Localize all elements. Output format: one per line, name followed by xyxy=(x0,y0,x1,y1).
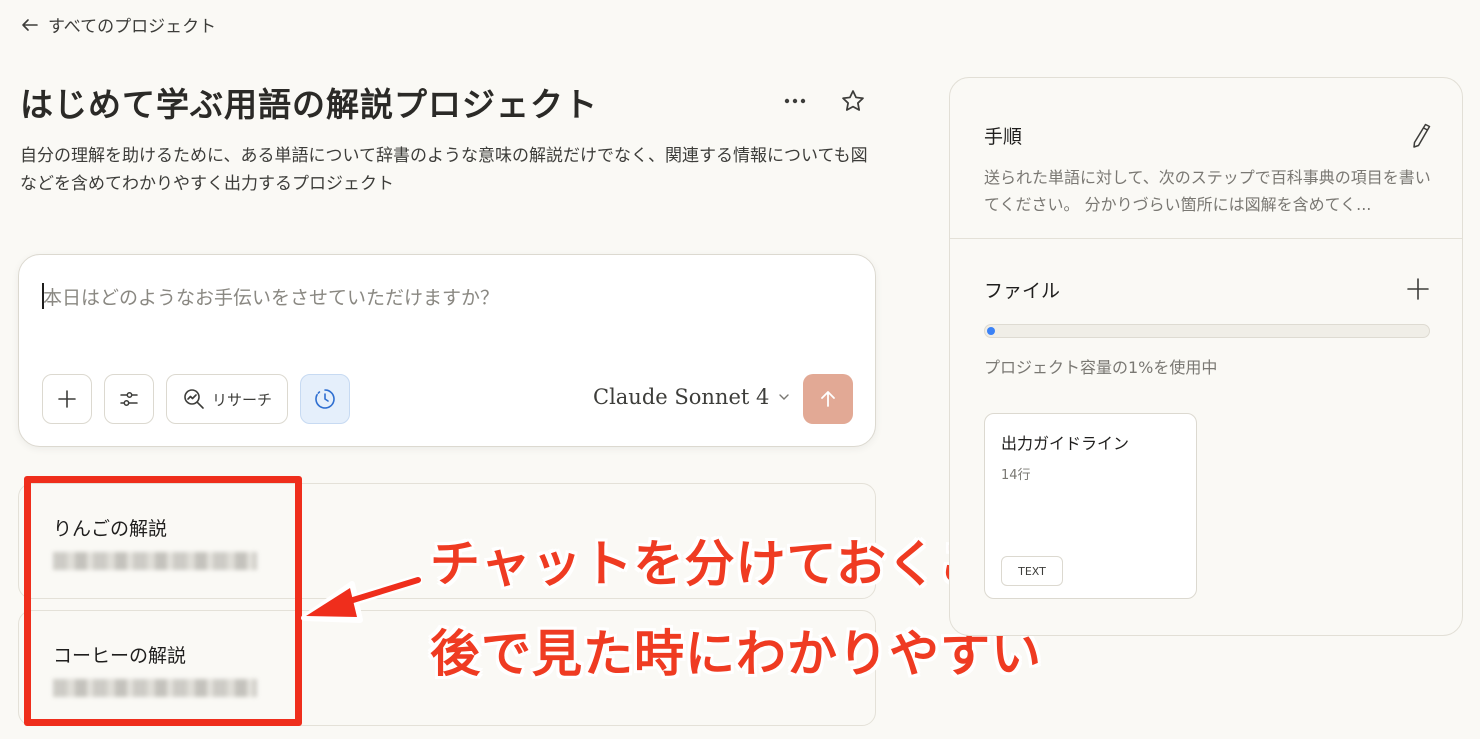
star-icon xyxy=(842,90,864,111)
model-name: Claude Sonnet 4 xyxy=(593,385,770,409)
send-button[interactable] xyxy=(803,374,853,424)
favorite-button[interactable] xyxy=(836,84,870,118)
file-type-badge: TEXT xyxy=(1001,556,1063,586)
section-divider xyxy=(950,238,1462,239)
more-options-button[interactable] xyxy=(778,84,812,118)
capacity-progress-fill xyxy=(987,327,995,335)
research-label: リサーチ xyxy=(211,390,272,409)
plus-icon xyxy=(1407,278,1429,300)
files-heading: ファイル xyxy=(984,280,1061,302)
capacity-progress-bar xyxy=(984,324,1430,338)
research-search-icon xyxy=(184,389,204,409)
more-horizontal-icon xyxy=(784,98,806,104)
back-link-label: すべてのプロジェクト xyxy=(48,17,217,37)
tools-settings-button[interactable] xyxy=(104,374,154,424)
add-attachment-button[interactable] xyxy=(42,374,92,424)
project-knowledge-panel: 手順 送られた単語に対して、次のステップで百科事典の項目を書いてください。 分か… xyxy=(949,77,1463,636)
pencil-icon xyxy=(1413,123,1431,148)
file-line-count: 14行 xyxy=(1001,468,1031,483)
clock-icon xyxy=(315,389,335,409)
project-description: 自分の理解を助けるために、ある単語について辞書のような意味の解説だけでなく、関連… xyxy=(20,146,868,194)
model-selector[interactable]: Claude Sonnet 4 xyxy=(593,385,791,409)
add-file-button[interactable] xyxy=(1406,277,1430,305)
research-button[interactable]: リサーチ xyxy=(166,374,288,424)
arrow-up-icon xyxy=(821,391,835,407)
message-input[interactable]: 本日はどのようなお手伝いをさせていただけますか？ xyxy=(43,283,499,310)
file-name: 出力ガイドライン xyxy=(1001,434,1130,453)
project-title: はじめて学ぶ用語の解説プロジェクト xyxy=(20,85,598,124)
instructions-heading: 手順 xyxy=(984,126,1023,148)
file-card[interactable]: 出力ガイドライン 14行 TEXT xyxy=(984,413,1197,599)
annotation-highlight-box xyxy=(24,476,302,726)
title-actions xyxy=(778,84,870,118)
annotation-arrow xyxy=(301,574,422,623)
plus-icon xyxy=(58,390,76,408)
chevron-down-icon xyxy=(779,394,790,400)
instructions-preview[interactable]: 送られた単語に対して、次のステップで百科事典の項目を書いてください。 分かりづら… xyxy=(984,164,1436,218)
back-to-projects-link[interactable]: すべてのプロジェクト xyxy=(20,12,216,37)
extended-thinking-button[interactable] xyxy=(300,374,350,424)
capacity-label: プロジェクト容量の1%を使用中 xyxy=(984,358,1218,377)
edit-instructions-button[interactable] xyxy=(1409,122,1433,152)
chat-composer: 本日はどのようなお手伝いをさせていただけますか？ リサーチ Claude Son… xyxy=(18,254,876,447)
arrow-left-icon xyxy=(22,18,38,31)
sliders-icon xyxy=(120,392,138,406)
